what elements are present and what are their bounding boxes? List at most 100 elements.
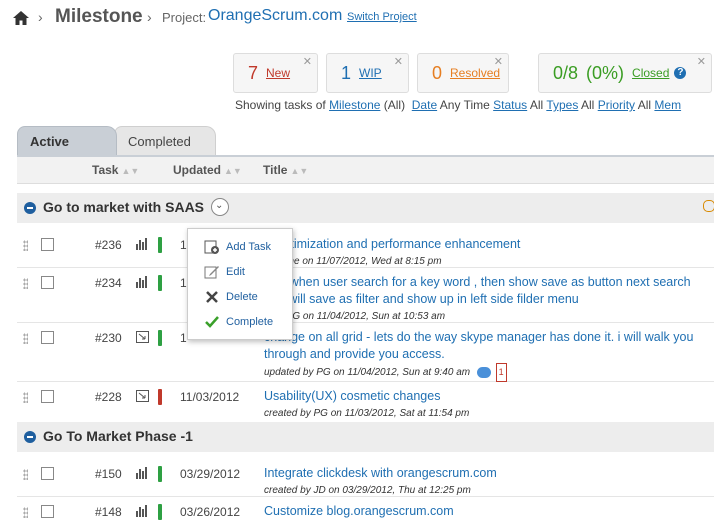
column-task-label: Task — [92, 163, 119, 177]
drag-handle-icon[interactable] — [23, 469, 28, 480]
column-task[interactable]: Task ▲▼ — [92, 163, 139, 177]
priority-indicator — [158, 504, 162, 520]
stat-wip[interactable]: 1 WIP ✕ — [326, 53, 409, 93]
task-title-text-line2[interactable]: through and provide you access. — [264, 346, 693, 363]
collapse-icon[interactable] — [24, 202, 36, 214]
drag-handle-icon[interactable] — [23, 392, 28, 403]
help-icon[interactable]: ? — [674, 67, 687, 79]
stat-new[interactable]: 7 New ✕ — [233, 53, 318, 93]
row-checkbox[interactable] — [41, 331, 54, 344]
collapse-icon[interactable] — [24, 431, 36, 443]
updated-date: 1 — [180, 331, 187, 345]
task-title-text[interactable]: Integrate clickdesk with orangescrum.com — [264, 465, 497, 482]
table-header: Task ▲▼ Updated ▲▼ Title ▲▼ — [17, 157, 714, 184]
priority-indicator — [158, 330, 162, 346]
milestone-group: Go to market with SAAS ⌄ — [17, 193, 714, 223]
task-id[interactable]: #236 — [95, 238, 122, 252]
filter-summary: Showing tasks of Milestone (All) Date An… — [235, 98, 681, 112]
filter-milestone-value: (All) — [383, 98, 406, 112]
close-icon[interactable]: ✕ — [394, 55, 403, 68]
filter-milestone-link[interactable]: Milestone — [329, 98, 380, 112]
task-id[interactable]: #148 — [95, 505, 122, 519]
priority-indicator — [158, 275, 162, 291]
milestone-action-menu: Add Task Edit Delete Complete — [187, 228, 293, 340]
drag-handle-icon[interactable] — [23, 333, 28, 344]
close-icon[interactable]: ✕ — [494, 55, 503, 68]
stat-resolved[interactable]: 0 Resolved ✕ — [417, 53, 509, 93]
close-icon[interactable]: ✕ — [303, 55, 312, 68]
task-title-text[interactable]: Usability(UX) cosmetic changes — [264, 388, 469, 405]
row-checkbox[interactable] — [41, 505, 54, 518]
task-title-text[interactable]: As - when user search for a key word , t… — [264, 274, 691, 291]
edit-icon — [204, 266, 219, 279]
task-title-text-line2[interactable]: that will save as filter and show up in … — [264, 291, 691, 308]
task-title-text[interactable]: Customize blog.orangescrum.com — [264, 503, 454, 520]
close-icon[interactable]: ✕ — [697, 55, 706, 68]
milestone-menu-toggle[interactable]: ⌄ — [211, 198, 229, 216]
task-title-text[interactable]: y Optimization and performance enhanceme… — [264, 236, 520, 253]
task-title[interactable]: y Optimization and performance enhanceme… — [264, 236, 520, 270]
task-title[interactable]: Customize blog.orangescrum.com — [264, 503, 454, 520]
priority-indicator — [158, 389, 162, 405]
menu-item-add-task[interactable]: Add Task — [204, 239, 271, 255]
task-title-text[interactable]: change on all grid - lets do the way sky… — [264, 329, 693, 346]
stat-resolved-label[interactable]: Resolved — [450, 66, 500, 80]
task-title[interactable]: As - when user search for a key word , t… — [264, 274, 691, 325]
breadcrumb-separator-icon: › — [147, 9, 152, 25]
task-meta: updated by PG on 11/04/2012, Sun at 9:40… — [264, 367, 471, 379]
table-row[interactable]: #236 1 y Optimization and performance en… — [17, 230, 714, 268]
stat-closed[interactable]: 0/8 (0%) Closed ? ✕ — [538, 53, 712, 93]
task-meta: created by PG on 11/03/2012, Sat at 11:5… — [264, 408, 470, 419]
stat-closed-count: 0/8 — [553, 62, 579, 83]
menu-item-edit[interactable]: Edit — [204, 264, 245, 280]
task-title[interactable]: Integrate clickdesk with orangescrum.com… — [264, 465, 497, 499]
project-name: OrangeScrum.com — [208, 7, 343, 24]
table-row[interactable]: #234 1 As - when user search for a key w… — [17, 268, 714, 323]
tab-active[interactable]: Active — [17, 126, 117, 156]
column-title[interactable]: Title ▲▼ — [263, 163, 308, 177]
comment-count[interactable]: 1 — [495, 363, 507, 382]
row-checkbox[interactable] — [41, 238, 54, 251]
task-title[interactable]: Usability(UX) cosmetic changes created b… — [264, 388, 469, 422]
drag-handle-icon[interactable] — [23, 507, 28, 518]
filter-status-link[interactable]: Status — [493, 98, 527, 112]
drag-handle-icon[interactable] — [23, 240, 28, 251]
checkmark-icon — [205, 316, 219, 328]
row-checkbox[interactable] — [41, 276, 54, 289]
filter-date-link[interactable]: Date — [412, 98, 437, 112]
task-id[interactable]: #228 — [95, 390, 122, 404]
menu-item-delete[interactable]: Delete — [204, 289, 258, 305]
table-row[interactable]: #230 1 change on all grid - lets do the … — [17, 323, 714, 382]
filter-priority-link[interactable]: Priority — [598, 98, 635, 112]
drag-handle-icon[interactable] — [23, 278, 28, 289]
home-icon[interactable] — [12, 10, 30, 26]
table-row[interactable]: #150 03/29/2012 Integrate clickdesk with… — [17, 459, 714, 497]
task-id[interactable]: #150 — [95, 467, 122, 481]
task-id[interactable]: #234 — [95, 276, 122, 290]
table-row[interactable]: #148 03/26/2012 Customize blog.orangescr… — [17, 497, 714, 520]
filter-members-link[interactable]: Mem — [654, 98, 681, 112]
menu-item-complete[interactable]: Complete — [204, 314, 273, 330]
updated-date: 03/26/2012 — [180, 505, 241, 519]
task-id[interactable]: #230 — [95, 331, 122, 345]
comment-icon[interactable] — [476, 367, 491, 378]
breadcrumb-separator-icon: › — [38, 9, 43, 25]
settings-icon[interactable] — [703, 200, 714, 212]
stat-new-label[interactable]: New — [266, 66, 290, 80]
column-updated[interactable]: Updated ▲▼ — [173, 163, 242, 177]
stat-closed-label[interactable]: Closed — [632, 66, 669, 80]
menu-item-label: Delete — [226, 291, 258, 303]
filter-prefix: Showing tasks of — [235, 98, 326, 112]
filter-types-link[interactable]: Types — [546, 98, 578, 112]
delete-icon — [206, 291, 218, 303]
row-checkbox[interactable] — [41, 390, 54, 403]
chevron-down-icon: ⌄ — [215, 200, 224, 211]
project-label: Project: — [162, 10, 207, 25]
tab-completed[interactable]: Completed — [114, 126, 216, 156]
switch-project-link[interactable]: Switch Project — [347, 11, 417, 23]
column-updated-label: Updated — [173, 163, 221, 177]
row-checkbox[interactable] — [41, 467, 54, 480]
stat-wip-label[interactable]: WIP — [359, 66, 382, 80]
table-row[interactable]: #228 11/03/2012 Usability(UX) cosmetic c… — [17, 382, 714, 423]
task-title[interactable]: change on all grid - lets do the way sky… — [264, 329, 693, 382]
